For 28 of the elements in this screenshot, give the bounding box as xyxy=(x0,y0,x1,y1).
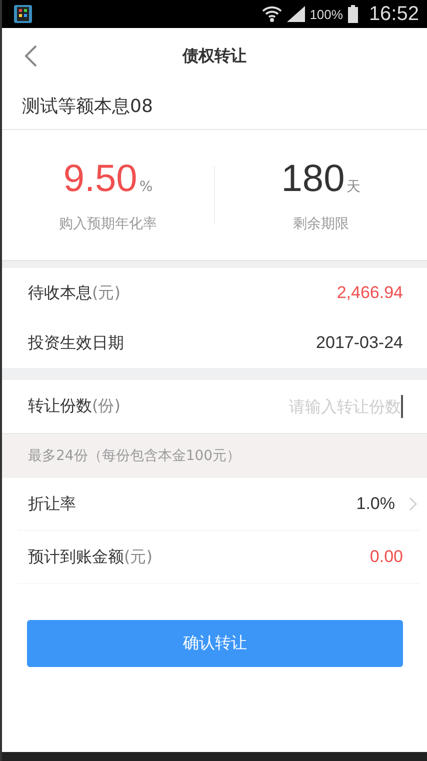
stat-unit: % xyxy=(139,178,153,194)
signal-icon xyxy=(286,6,305,22)
clock: 16:52 xyxy=(368,2,419,26)
battery-level: 100% xyxy=(310,6,343,22)
product-name: 测试等额本息08 xyxy=(2,84,427,130)
row-value[interactable]: 1.0% xyxy=(356,494,395,514)
stat-label: 剩余期限 xyxy=(293,214,349,232)
row-unit: (元) xyxy=(92,282,120,302)
row-value: 0.00 xyxy=(370,547,403,567)
row-value: 2,466.94 xyxy=(336,283,403,303)
row-label: 预计到账金额 xyxy=(28,546,124,566)
row-value: 2017-03-24 xyxy=(316,333,403,353)
row-label: 折让率 xyxy=(28,494,76,512)
stat-label: 购入预期年化率 xyxy=(59,214,157,232)
stat-unit: 天 xyxy=(346,178,361,196)
row-label: 转让份数 xyxy=(28,396,92,415)
stat-value: 180 xyxy=(281,158,345,200)
app-icon xyxy=(14,5,32,23)
stat-value: 9.50 xyxy=(63,158,138,200)
page-title: 债权转让 xyxy=(182,46,246,66)
row-label: 投资生效日期 xyxy=(28,332,124,352)
row-unit: (份) xyxy=(92,396,120,415)
back-icon[interactable] xyxy=(24,44,38,68)
battery-icon xyxy=(348,5,358,23)
row-label: 待收本息 xyxy=(28,282,92,302)
hint-text: 最多24份（每份包含本金100元） xyxy=(2,433,427,478)
wifi-icon xyxy=(262,5,282,23)
row-unit: (元) xyxy=(124,546,152,566)
